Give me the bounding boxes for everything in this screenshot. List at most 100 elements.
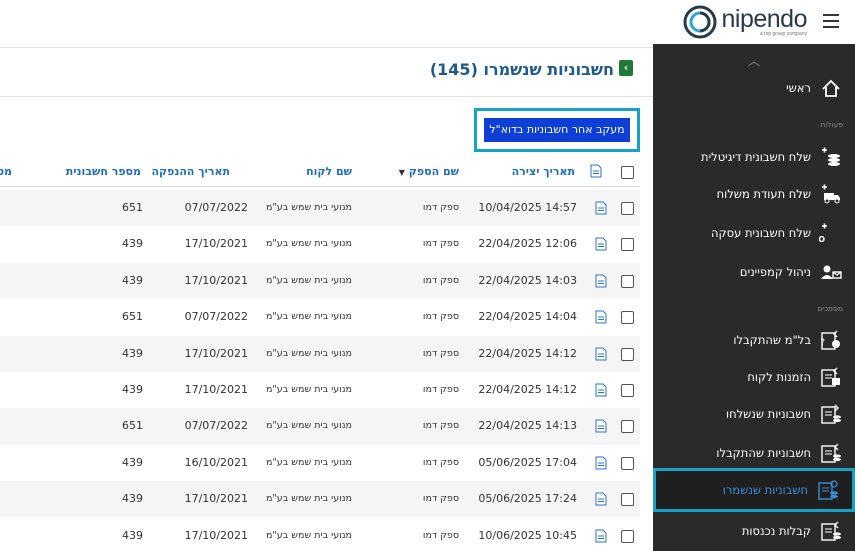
row-checkbox[interactable]	[621, 202, 634, 215]
document-icon[interactable]	[595, 492, 607, 506]
menu-hamburger-icon[interactable]	[823, 14, 839, 28]
sidebar-item-label: ראשי	[786, 81, 811, 95]
row-checkbox[interactable]	[621, 347, 634, 361]
sidebar-item-received-dollar[interactable]: ? בל"מ שהתקבלו	[653, 322, 855, 358]
app-root: nipendo a top group company ︿ ראשי שלח חש…	[0, 0, 855, 551]
table-row[interactable]: 14:12 22/04/2025 ספק דמו מנועי בית שמש בע"…	[0, 335, 640, 372]
sidebar-item-label: חשבוניות שהתקבלו	[716, 446, 811, 460]
column-issue-date[interactable]: תאריך ההנפקה	[151, 157, 230, 187]
table-row[interactable]: 14:57 10/04/2025 ספק דמו מנועי בית שמש בע"…	[0, 190, 640, 227]
logo-mark-icon	[683, 5, 717, 39]
column-more[interactable]: מספ	[0, 157, 12, 187]
row-checkbox[interactable]	[621, 384, 634, 397]
row-checkbox[interactable]	[621, 456, 634, 470]
row-checkbox[interactable]	[621, 274, 634, 288]
table-row[interactable]: 14:04 22/04/2025 ספק דמו מנועי בית שמש בע"…	[0, 299, 640, 335]
table-row[interactable]: 12:06 22/04/2025 ספק דמו מנועי בית שמש בע"…	[0, 226, 640, 262]
cell-issue-date: 17/10/2021	[184, 528, 248, 542]
brand-name: nipendo	[721, 5, 808, 33]
cell-created-date: 14:03 22/04/2025	[478, 273, 577, 287]
sidebar-item-customer-orders[interactable]: הזמנות לקוח	[653, 359, 855, 395]
cell-supplier-name: ספק דמו	[422, 238, 459, 250]
document-icon[interactable]	[595, 456, 607, 470]
cell-created-date: 17:04 05/06/2025	[478, 455, 577, 469]
sidebar-item-label: חשבוניות שנשמרו	[722, 483, 808, 497]
sidebar-item-label: שלח חשבונית דיגיטלית	[701, 150, 811, 164]
document-icon[interactable]	[595, 310, 607, 324]
document-icon[interactable]	[595, 419, 607, 433]
table-row[interactable]: 17:04 05/06/2025 ספק דמו מנועי בית שמש בע"…	[0, 445, 640, 481]
incoming-receipts-icon	[821, 521, 841, 541]
sidebar-item-send-invoice[interactable]: שלח חשבונית דיגיטלית	[653, 139, 855, 175]
page-header: ‹ חשבוניות שנשמרו (145)	[0, 47, 653, 97]
row-checkbox[interactable]	[621, 311, 634, 325]
row-checkbox[interactable]	[621, 238, 634, 252]
cell-created-date: 14:12 22/04/2025	[478, 383, 577, 396]
sidebar-item-incoming-receipts[interactable]: קבלות נכנסות	[653, 513, 855, 549]
home-icon	[822, 79, 840, 97]
column-invoice-number[interactable]: מספר חשבונית	[66, 157, 141, 187]
send-invoice-icon	[822, 147, 840, 166]
sidebar-item-label: הזמנות לקוח	[747, 370, 811, 384]
sidebar-item-received-invoices[interactable]: חשבוניות שהתקבלו	[653, 435, 855, 471]
received-invoices-icon	[821, 443, 841, 463]
cell-issue-date: 17/10/2021	[184, 383, 248, 396]
sidebar-item-pro[interactable]: PRO שלח חשבונית עסקה	[653, 215, 855, 251]
cell-supplier-name: ספק דמו	[422, 347, 459, 359]
cell-invoice-number: 439	[122, 383, 143, 396]
cell-issue-date: 07/07/2022	[184, 419, 248, 433]
pro-icon: PRO	[819, 223, 827, 244]
sidebar-item-saved-invoices[interactable]: חשבוניות שנשמרו	[653, 468, 855, 512]
brand-logo[interactable]: nipendo a top group company	[682, 5, 808, 39]
cell-supplier-name: ספק דמו	[422, 384, 459, 395]
chevron-up-icon[interactable]: ︿	[653, 52, 855, 69]
column-customer-name[interactable]: שם לקוח	[306, 157, 352, 187]
cell-invoice-number: 439	[122, 455, 143, 469]
table-row[interactable]: 17:24 05/06/2025 ספק דמו מנועי בית שמש בע"…	[0, 481, 640, 518]
back-chevron-icon[interactable]: ‹	[619, 60, 633, 76]
row-checkbox[interactable]	[621, 493, 634, 507]
table-row[interactable]: 14:13 22/04/2025 ספק דמו מנועי בית שמש בע"…	[0, 408, 640, 445]
cell-created-date: 10:45 10/06/2025	[478, 528, 577, 542]
sidebar-item-truck[interactable]: שלח תעודת משלוח	[653, 176, 855, 212]
svg-text:?: ?	[820, 338, 825, 348]
table-row[interactable]: 14:12 22/04/2025 ספק דמו מנועי בית שמש בע"…	[0, 372, 640, 408]
sidebar-section-actions: פעולות	[820, 120, 843, 129]
cell-invoice-number: 651	[122, 419, 143, 433]
row-checkbox[interactable]	[621, 529, 634, 543]
cell-supplier-name: ספק דמו	[422, 529, 459, 541]
received-dollar-icon: ?	[820, 330, 840, 350]
cell-supplier-name: ספק דמו	[422, 420, 459, 432]
document-icon[interactable]	[595, 383, 607, 397]
sidebar-item-home[interactable]: ראשי	[653, 70, 855, 106]
cell-issue-date: 07/07/2022	[184, 310, 248, 324]
table-row[interactable]: 10:45 10/06/2025 ספק דמו מנועי בית שמש בע"…	[0, 518, 640, 551]
document-icon[interactable]	[595, 274, 607, 288]
document-icon[interactable]	[595, 347, 607, 361]
column-supplier-label: שם הספק	[408, 165, 459, 178]
column-supplier-name[interactable]: שם הספק ▼	[399, 157, 459, 187]
customer-orders-icon	[821, 367, 840, 387]
table-row[interactable]: 14:03 22/04/2025 ספק דמו מנועי בית שמש בע"…	[0, 262, 640, 300]
cell-issue-date: 17/10/2021	[184, 273, 248, 287]
document-icon[interactable]	[595, 201, 607, 215]
sidebar-item-label: קבלות נכנסות	[741, 524, 811, 538]
row-checkbox[interactable]	[621, 420, 634, 434]
cell-invoice-number: 439	[122, 273, 143, 287]
sidebar-item-sent-invoices[interactable]: חשבוניות שנשלחו	[653, 396, 855, 432]
cell-invoice-number: 439	[122, 492, 143, 506]
track-button-highlight: מעקב אחר חשבוניות בדוא"ל	[474, 108, 640, 152]
cell-customer-name: מנועי בית שמש בע"מ	[265, 347, 352, 359]
select-all-checkbox[interactable]	[621, 166, 634, 179]
document-icon[interactable]	[595, 237, 607, 251]
document-icon[interactable]	[595, 529, 607, 543]
column-created-date[interactable]: תאריך יצירה	[512, 157, 575, 187]
table-header: תאריך יצירה שם הספק ▼ שם לקוח תאריך ההנפ…	[0, 157, 640, 187]
cell-supplier-name: ספק דמו	[422, 311, 459, 323]
cell-customer-name: מנועי בית שמש בע"מ	[265, 529, 352, 541]
track-invoices-email-button[interactable]: מעקב אחר חשבוניות בדוא"ל	[484, 118, 630, 142]
cell-customer-name: מנועי בית שמש בע"מ	[265, 493, 352, 505]
truck-icon	[822, 184, 840, 204]
sidebar-item-campaign[interactable]: ניהול קמפיינים	[653, 254, 855, 290]
cell-invoice-number: 651	[122, 201, 143, 214]
